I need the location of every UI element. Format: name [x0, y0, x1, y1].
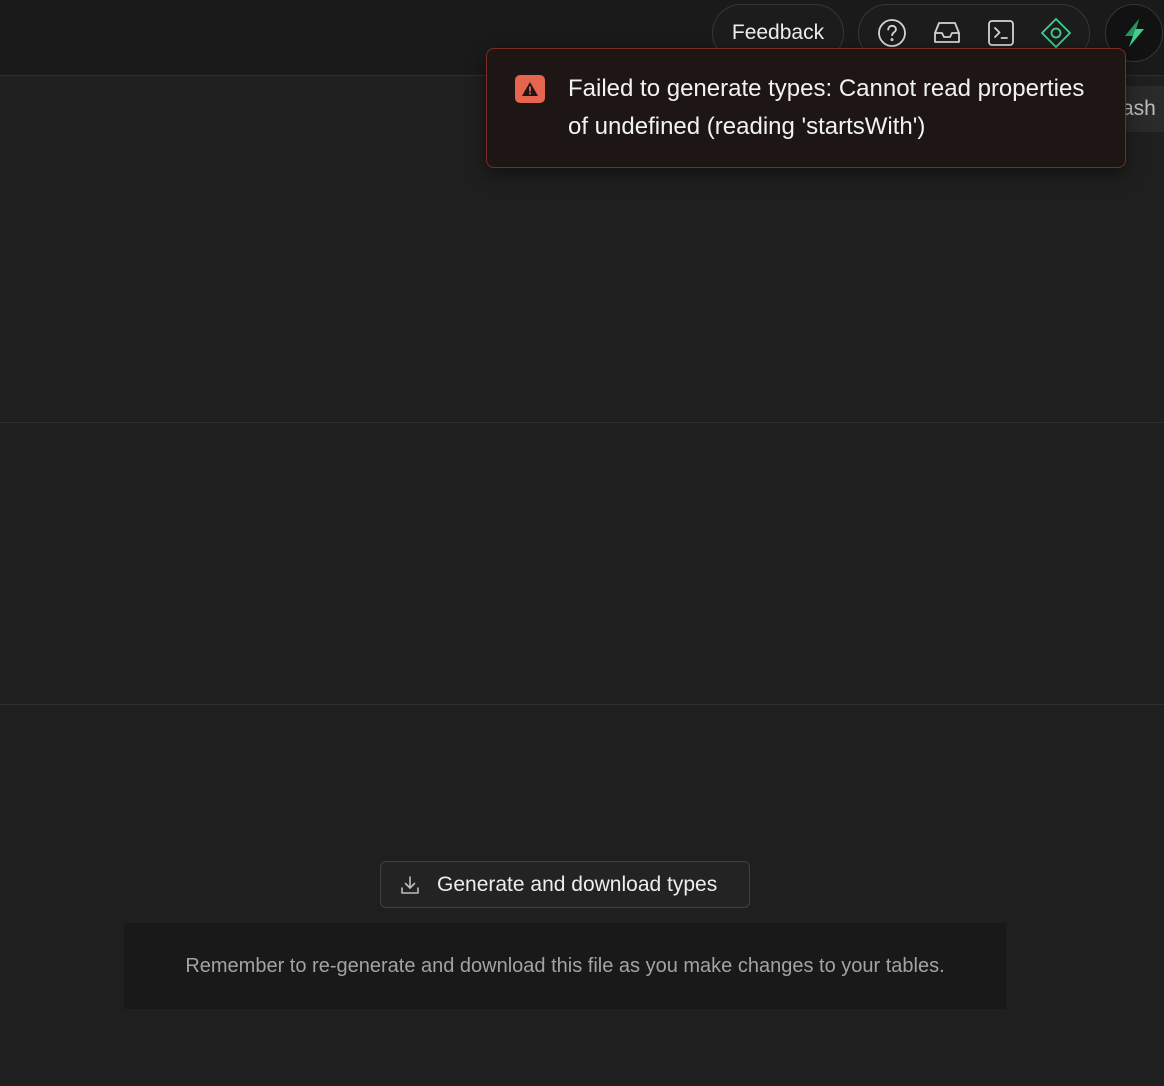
section-divider [0, 422, 1164, 423]
toast-message: Failed to generate types: Cannot read pr… [568, 75, 1085, 140]
generate-types-button[interactable]: Generate and download types [380, 861, 750, 908]
regenerate-note-text: Remember to re-generate and download thi… [185, 954, 945, 977]
generate-types-label: Generate and download types [437, 872, 718, 896]
section-divider [0, 704, 1164, 705]
error-toast: Failed to generate types: Cannot read pr… [486, 48, 1126, 168]
regenerate-note: Remember to re-generate and download thi… [124, 923, 1006, 1009]
download-icon [399, 874, 421, 896]
warning-icon [515, 75, 545, 103]
